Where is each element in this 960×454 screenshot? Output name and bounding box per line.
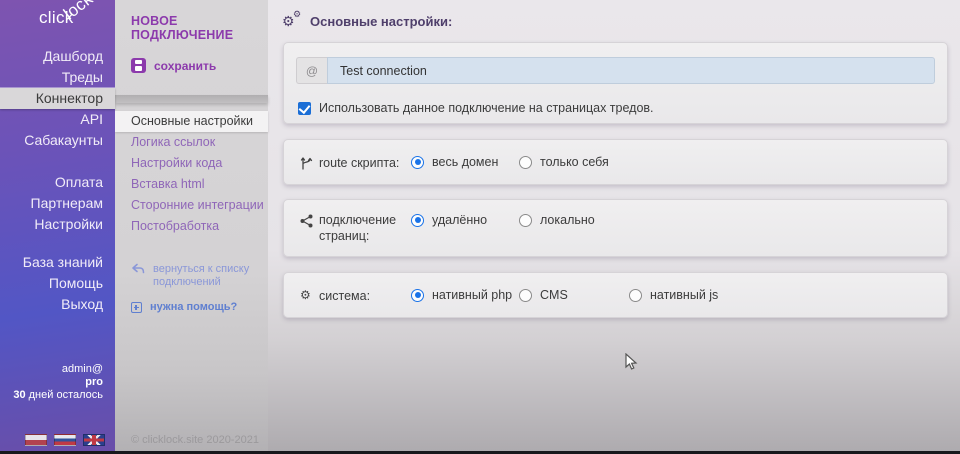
mouse-cursor [625, 353, 638, 371]
poland-flag[interactable] [25, 434, 47, 446]
back-arrow-icon [131, 263, 145, 275]
radio-only-self[interactable]: только себя [519, 155, 609, 169]
connection-name-row: @ [296, 57, 935, 84]
route-script-card: route скрипта: весь домен только себя [283, 139, 948, 185]
gears-icon: ⚙⚙ [282, 12, 302, 30]
use-on-threads-checkbox[interactable] [298, 102, 311, 115]
copyright: © clicklock.site 2020-2021 [131, 434, 259, 446]
radio-local[interactable]: локально [519, 213, 595, 227]
panel-title: НОВОЕ ПОДКЛЮЧЕНИЕ [115, 0, 268, 42]
radio-whole-domain[interactable]: весь домен [411, 155, 498, 169]
help-plus-icon [131, 302, 142, 313]
gear-icon: ⚙ [300, 289, 313, 303]
radio-icon [411, 214, 424, 227]
save-icon [131, 58, 146, 73]
need-help-link[interactable]: нужна помощь? [115, 301, 268, 314]
sidebar-item-api[interactable]: API [0, 109, 115, 130]
radio-icon [519, 289, 532, 302]
sidebar: clicklock Дашборд Треды Коннектор API Са… [0, 0, 115, 454]
page-connection-card: подключение страниц: удалённо локально [283, 199, 948, 257]
connection-panel: НОВОЕ ПОДКЛЮЧЕНИЕ сохранить Основные нас… [115, 0, 268, 454]
menu-item-basic-settings[interactable]: Основные настройки [115, 111, 268, 132]
help-link-label: нужна помощь? [150, 301, 237, 314]
sidebar-item-knowledge-base[interactable]: База знаний [0, 252, 115, 273]
save-button[interactable]: сохранить [131, 58, 268, 73]
menu-item-link-logic[interactable]: Логика ссылок [115, 132, 268, 153]
radio-native-php[interactable]: нативный php [411, 288, 512, 302]
account-plan: pro [13, 376, 103, 389]
use-on-threads-label: Использовать данное подключение на стран… [319, 101, 654, 115]
back-to-connections-link[interactable]: вернуться к списку подключений [115, 263, 268, 289]
route-icon [300, 156, 313, 170]
connection-name-card: @ Использовать данное подключение на стр… [283, 42, 948, 124]
clicklock-logo: clicklock [39, 8, 105, 42]
connection-menu: Основные настройки Логика ссылок Настрой… [115, 111, 268, 237]
connection-name-input[interactable] [327, 57, 935, 84]
save-button-label: сохранить [154, 59, 216, 73]
system-label: ⚙ система: [300, 288, 410, 304]
page-connection-label: подключение страниц: [300, 212, 410, 244]
radio-icon [519, 214, 532, 227]
panel-divider [115, 95, 268, 103]
account-info: admin@ pro 30 дней осталось [13, 363, 103, 402]
radio-icon [629, 289, 642, 302]
menu-item-integrations[interactable]: Сторонние интеграции [115, 195, 268, 216]
panel-links: вернуться к списку подключений нужна пом… [115, 263, 268, 314]
sidebar-item-connector[interactable]: Коннектор [0, 88, 115, 109]
radio-remote[interactable]: удалённо [411, 213, 487, 227]
account-days-left: 30 дней осталось [13, 389, 103, 402]
page-title: Основные настройки: [310, 14, 452, 29]
sidebar-item-logout[interactable]: Выход [0, 294, 115, 315]
menu-item-code-settings[interactable]: Настройки кода [115, 153, 268, 174]
system-card: ⚙ система: нативный php CMS нативный js [283, 272, 948, 318]
sidebar-item-subaccounts[interactable]: Сабакаунты [0, 130, 115, 151]
radio-icon [411, 156, 424, 169]
use-on-threads-row: Использовать данное подключение на стран… [298, 101, 654, 115]
radio-icon [519, 156, 532, 169]
language-flags [25, 434, 105, 446]
menu-item-postprocessing[interactable]: Постобработка [115, 216, 268, 237]
sidebar-item-threads[interactable]: Треды [0, 67, 115, 88]
radio-native-js[interactable]: нативный js [629, 288, 718, 302]
main-content: ⚙⚙ Основные настройки: @ Использовать да… [268, 0, 960, 454]
sidebar-item-settings[interactable]: Настройки [0, 214, 115, 235]
sidebar-item-help[interactable]: Помощь [0, 273, 115, 294]
at-icon: @ [296, 57, 327, 84]
radio-icon [411, 289, 424, 302]
main-header: ⚙⚙ Основные настройки: [268, 0, 960, 30]
route-script-label: route скрипта: [300, 155, 410, 171]
sidebar-item-dashboard[interactable]: Дашборд [0, 46, 115, 67]
sidebar-item-partners[interactable]: Партнерам [0, 193, 115, 214]
share-icon [300, 214, 313, 228]
russia-flag[interactable] [54, 434, 76, 446]
menu-item-html-insert[interactable]: Вставка html [115, 174, 268, 195]
radio-cms[interactable]: CMS [519, 288, 568, 302]
uk-flag[interactable] [83, 434, 105, 446]
sidebar-nav: Дашборд Треды Коннектор API Сабакаунты О… [0, 46, 115, 315]
account-email: admin@ [13, 363, 103, 376]
sidebar-item-payment[interactable]: Оплата [0, 172, 115, 193]
back-link-label: вернуться к списку подключений [153, 263, 253, 289]
